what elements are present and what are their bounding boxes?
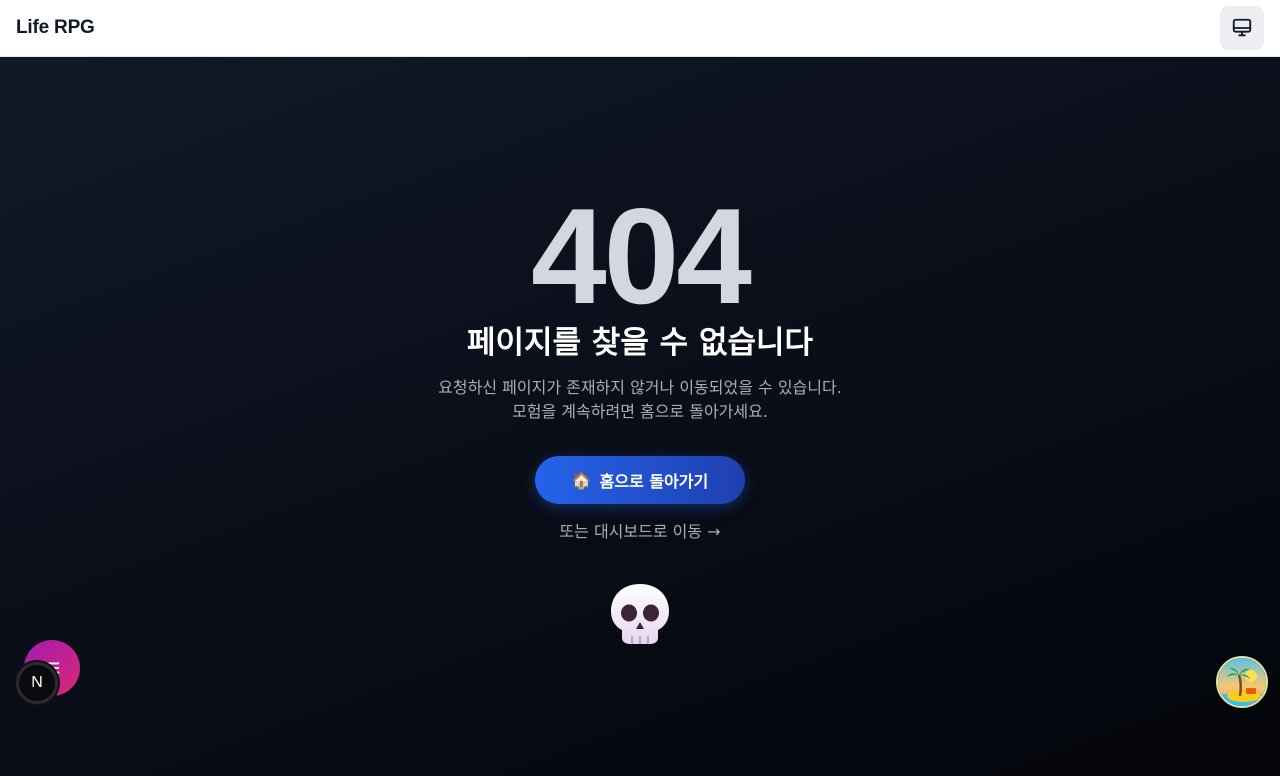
island-button[interactable] xyxy=(1216,656,1268,708)
home-button-label: 홈으로 돌아가기 xyxy=(599,472,709,491)
error-code: 404 xyxy=(531,180,752,332)
home-button[interactable]: 🏠 홈으로 돌아가기 xyxy=(535,456,745,504)
home-icon: 🏠 xyxy=(571,470,592,490)
skull-icon xyxy=(611,584,669,644)
error-description-line2: 모험을 계속하려면 홈으로 돌아가세요. xyxy=(512,402,768,421)
error-title: 페이지를 찾을 수 없습니다 xyxy=(466,325,814,361)
error-description-line1: 요청하신 페이지가 존재하지 않거나 이동되었을 수 있습니다. xyxy=(438,378,842,397)
monitor-icon xyxy=(1232,18,1252,37)
dev-tools-badge[interactable]: N xyxy=(16,662,58,704)
top-navbar: Life RPG xyxy=(0,0,1280,57)
display-toggle-button[interactable] xyxy=(1220,6,1264,50)
dashboard-link-row: 또는 대시보드로 이동 → xyxy=(0,520,1280,544)
brand-logo[interactable]: Life RPG xyxy=(16,17,95,39)
dashboard-link[interactable]: 또는 대시보드로 이동 → xyxy=(559,522,720,541)
error-description: 요청하신 페이지가 존재하지 않거나 이동되었을 수 있습니다. 모험을 계속하… xyxy=(0,376,1280,424)
